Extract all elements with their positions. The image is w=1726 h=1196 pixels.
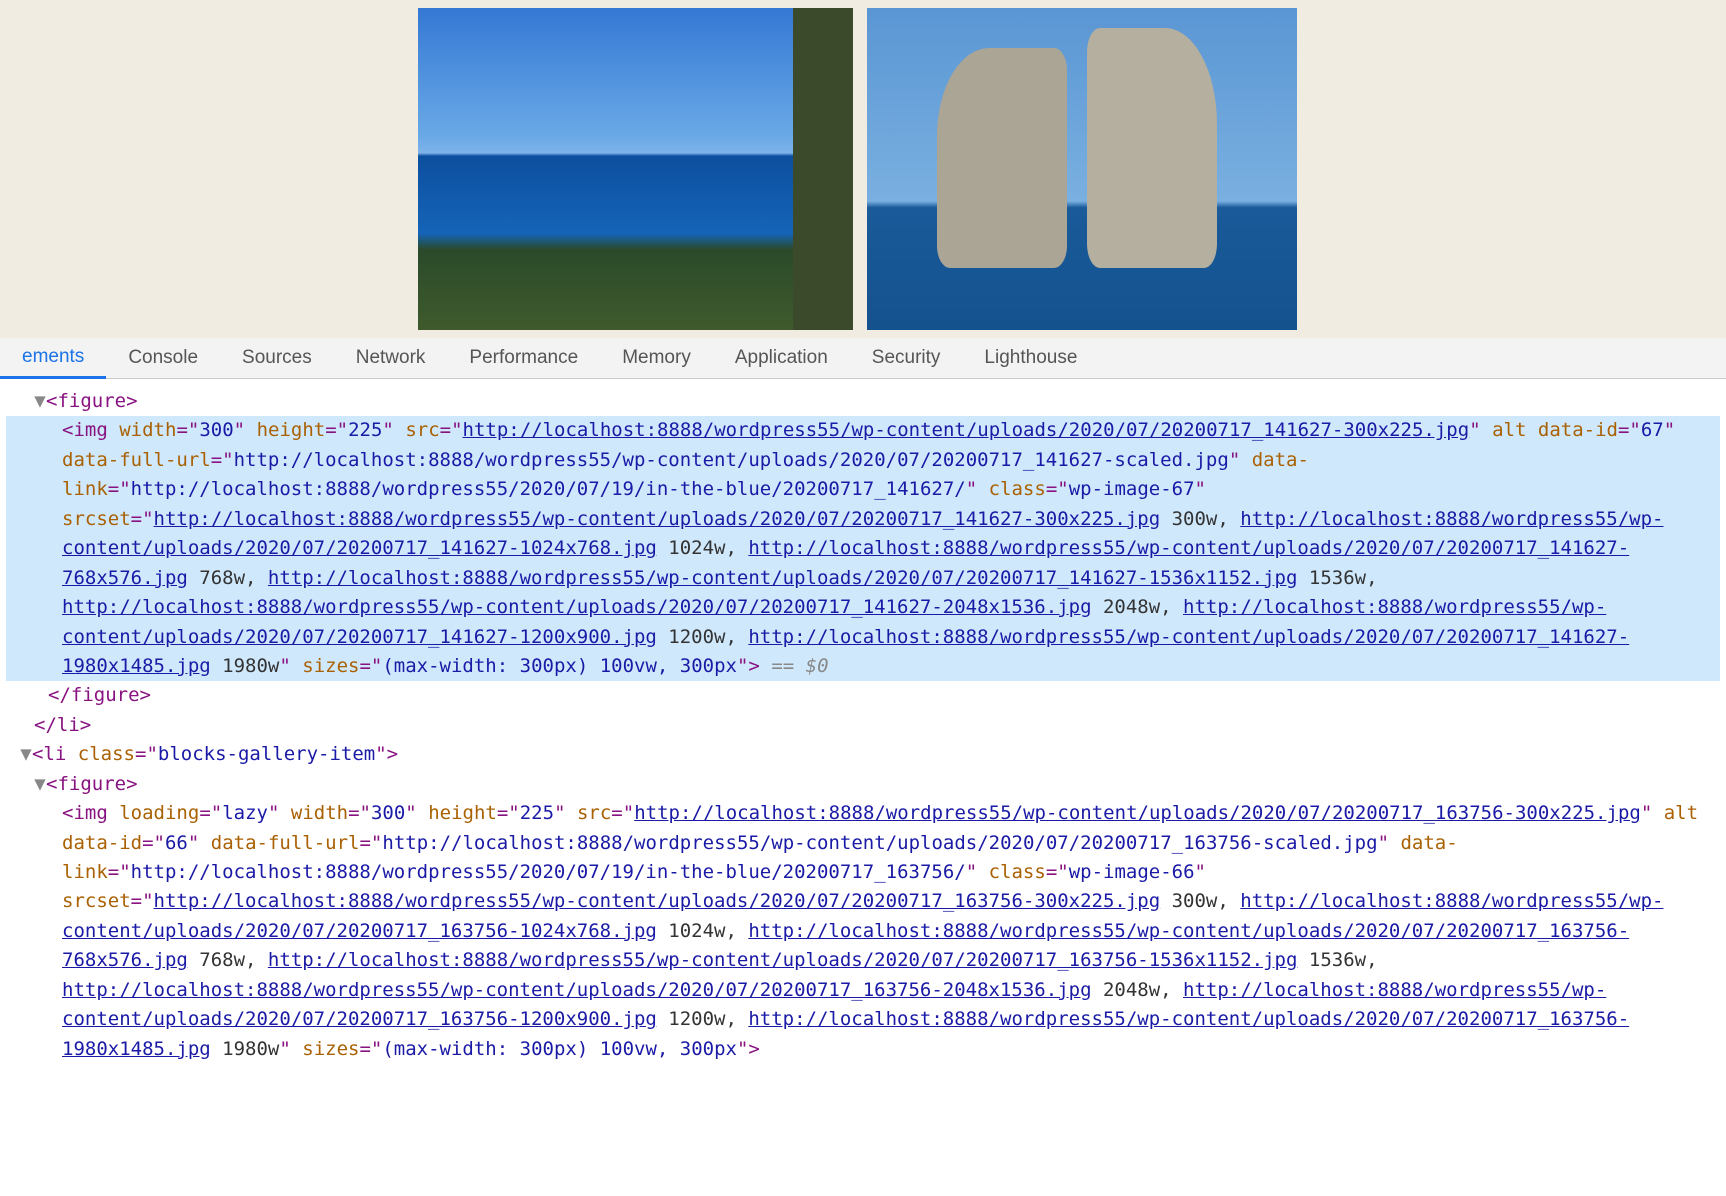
- tab-elements[interactable]: ements: [0, 338, 106, 379]
- tab-network[interactable]: Network: [334, 339, 448, 377]
- tab-application[interactable]: Application: [713, 339, 850, 377]
- devtools-tabs: ements Console Sources Network Performan…: [0, 338, 1726, 379]
- tab-lighthouse[interactable]: Lighthouse: [962, 339, 1099, 377]
- figure-close[interactable]: </figure>: [6, 681, 1720, 710]
- selection-marker: == $0: [771, 655, 828, 677]
- gallery-image-1[interactable]: [418, 8, 853, 330]
- srcset-link[interactable]: http://localhost:8888/wordpress55/wp-con…: [62, 596, 1092, 618]
- img-element-2[interactable]: <img loading="lazy" width="300" height="…: [6, 799, 1720, 1064]
- li-close[interactable]: </li>: [6, 711, 1720, 740]
- figure-open[interactable]: ▼<figure>: [6, 387, 1720, 416]
- expand-arrow-icon[interactable]: ▼: [20, 740, 32, 769]
- srcset-link[interactable]: http://localhost:8888/wordpress55/wp-con…: [154, 890, 1161, 912]
- src-link[interactable]: http://localhost:8888/wordpress55/wp-con…: [463, 419, 1470, 441]
- img-element-selected[interactable]: <img width="300" height="225" src="http:…: [6, 416, 1720, 681]
- tab-sources[interactable]: Sources: [220, 339, 334, 377]
- gallery-image-2[interactable]: [867, 8, 1297, 330]
- expand-arrow-icon[interactable]: ▼: [34, 770, 46, 799]
- tab-memory[interactable]: Memory: [600, 339, 713, 377]
- srcset-link[interactable]: http://localhost:8888/wordpress55/wp-con…: [62, 979, 1092, 1001]
- src-link[interactable]: http://localhost:8888/wordpress55/wp-con…: [634, 802, 1641, 824]
- srcset-link[interactable]: http://localhost:8888/wordpress55/wp-con…: [268, 949, 1298, 971]
- tab-console[interactable]: Console: [106, 339, 220, 377]
- expand-arrow-icon[interactable]: ▼: [34, 387, 46, 416]
- tab-security[interactable]: Security: [850, 339, 963, 377]
- srcset-link[interactable]: http://localhost:8888/wordpress55/wp-con…: [268, 567, 1298, 589]
- li-open[interactable]: ▼<li class="blocks-gallery-item">: [6, 740, 1720, 769]
- figure-open-2[interactable]: ▼<figure>: [6, 770, 1720, 799]
- page-preview: [0, 0, 1726, 338]
- elements-tree[interactable]: ▼<figure> <img width="300" height="225" …: [0, 379, 1726, 1084]
- tab-performance[interactable]: Performance: [447, 339, 600, 377]
- srcset-link[interactable]: http://localhost:8888/wordpress55/wp-con…: [154, 508, 1161, 530]
